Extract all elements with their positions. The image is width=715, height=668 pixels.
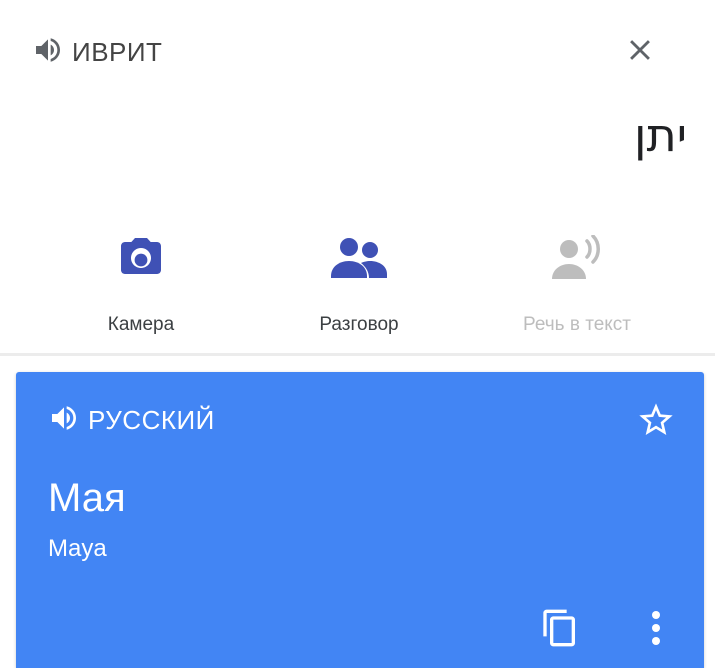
input-actions: Камера Разговор Речь в текст — [0, 228, 715, 348]
copy-icon — [540, 608, 580, 653]
close-button[interactable] — [620, 32, 660, 72]
camera-label: Камера — [107, 314, 175, 335]
conversation-icon — [329, 228, 389, 288]
camera-button[interactable]: Камера — [22, 228, 260, 348]
speech-to-text-button[interactable]: Речь в текст — [458, 228, 696, 348]
more-vert-icon — [650, 610, 662, 651]
target-language-label: РУССКИЙ — [88, 404, 215, 435]
camera-icon — [111, 228, 171, 288]
volume-icon — [32, 34, 64, 71]
speech-to-text-label: Речь в текст — [522, 314, 631, 335]
transliteration-text: Maya — [48, 535, 107, 562]
speech-to-text-icon — [547, 228, 607, 288]
translation-text[interactable]: Мая — [48, 476, 126, 521]
volume-icon — [48, 402, 80, 439]
conversation-button[interactable]: Разговор — [240, 228, 478, 348]
close-icon — [623, 33, 657, 72]
translation-card: РУССКИЙ Мая Maya — [16, 372, 704, 668]
source-text[interactable]: יתן — [634, 108, 687, 162]
conversation-label: Разговор — [319, 314, 399, 335]
source-language-speak-button[interactable]: ИВРИТ — [32, 36, 162, 68]
star-outline-icon — [636, 400, 676, 445]
save-star-button[interactable] — [632, 398, 680, 446]
target-language-speak-button[interactable]: РУССКИЙ — [48, 404, 215, 436]
copy-button[interactable] — [534, 604, 586, 656]
source-language-label: ИВРИТ — [72, 36, 163, 67]
more-options-button[interactable] — [632, 604, 680, 656]
source-panel: ИВРИТ יתן Камера Разговор Речь в текст — [0, 0, 715, 355]
